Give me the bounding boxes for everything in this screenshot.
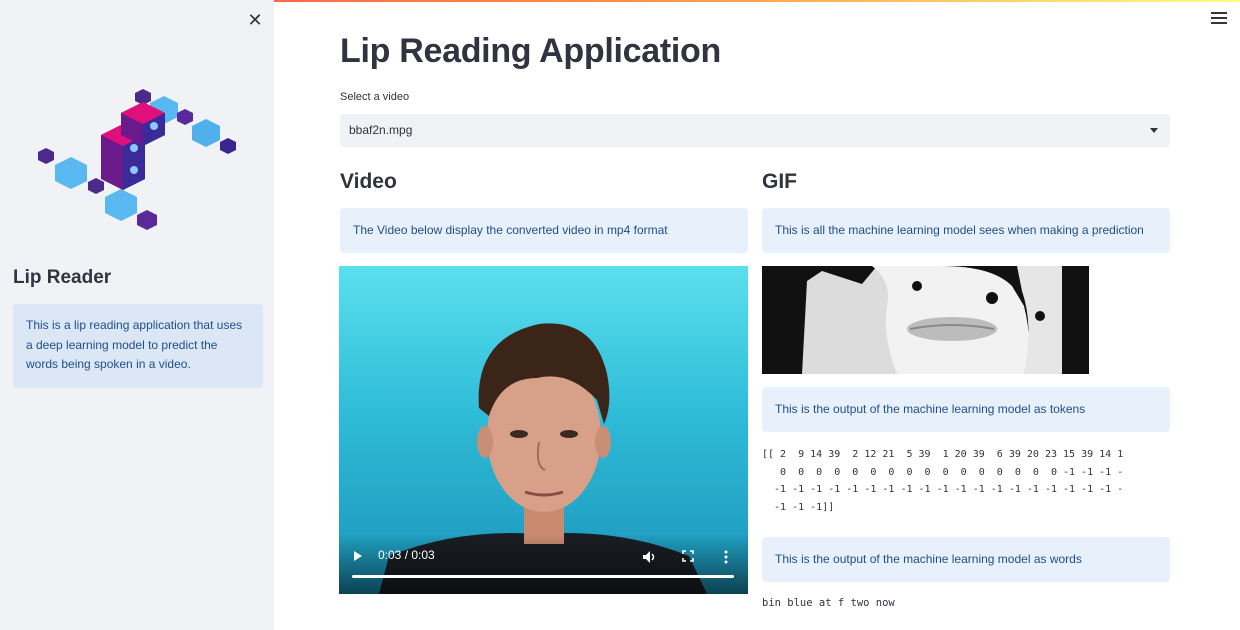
select-video-label: Select a video (340, 91, 410, 103)
page-title: Lip Reading Application (340, 32, 721, 70)
mouth-crop-gif (762, 266, 1089, 374)
video-column-heading: Video (340, 170, 397, 193)
close-sidebar-button[interactable]: ✕ (246, 10, 264, 30)
gif-column-heading: GIF (762, 170, 797, 193)
blockchain-cubes-logo (38, 89, 236, 230)
play-icon[interactable] (354, 551, 362, 561)
selected-video-value: bbaf2n.mpg (349, 123, 413, 137)
sidebar-title: Lip Reader (13, 267, 112, 288)
video-selectbox[interactable]: bbaf2n.mpg (340, 114, 1170, 147)
words-info-box: This is the output of the machine learni… (762, 537, 1170, 582)
words-output: bin blue at f two now (762, 597, 895, 609)
main-menu-button[interactable] (1211, 12, 1227, 26)
video-controls: 0:03 / 0:03 (339, 534, 748, 594)
video-progress-bar[interactable] (352, 575, 734, 578)
more-options-icon[interactable] (724, 550, 728, 564)
video-player[interactable]: 0:03 / 0:03 (339, 266, 748, 594)
sidebar: ✕ Lip Reader This is a lip reading appli… (0, 0, 274, 630)
chevron-down-icon (1150, 128, 1158, 133)
video-info-box: The Video below display the converted vi… (340, 208, 748, 253)
tokens-output: [[ 2 9 14 39 2 12 21 5 39 1 20 39 6 39 2… (762, 449, 1124, 513)
sidebar-info-box: This is a lip reading application that u… (13, 304, 263, 388)
close-icon: ✕ (247, 10, 263, 30)
tokens-info-box: This is the output of the machine learni… (762, 387, 1170, 432)
volume-icon[interactable] (642, 550, 656, 564)
hamburger-menu-icon (1211, 12, 1227, 14)
video-time: 0:03 / 0:03 (378, 548, 435, 562)
gif-info-box: This is all the machine learning model s… (762, 208, 1170, 253)
fullscreen-icon[interactable] (682, 550, 694, 562)
